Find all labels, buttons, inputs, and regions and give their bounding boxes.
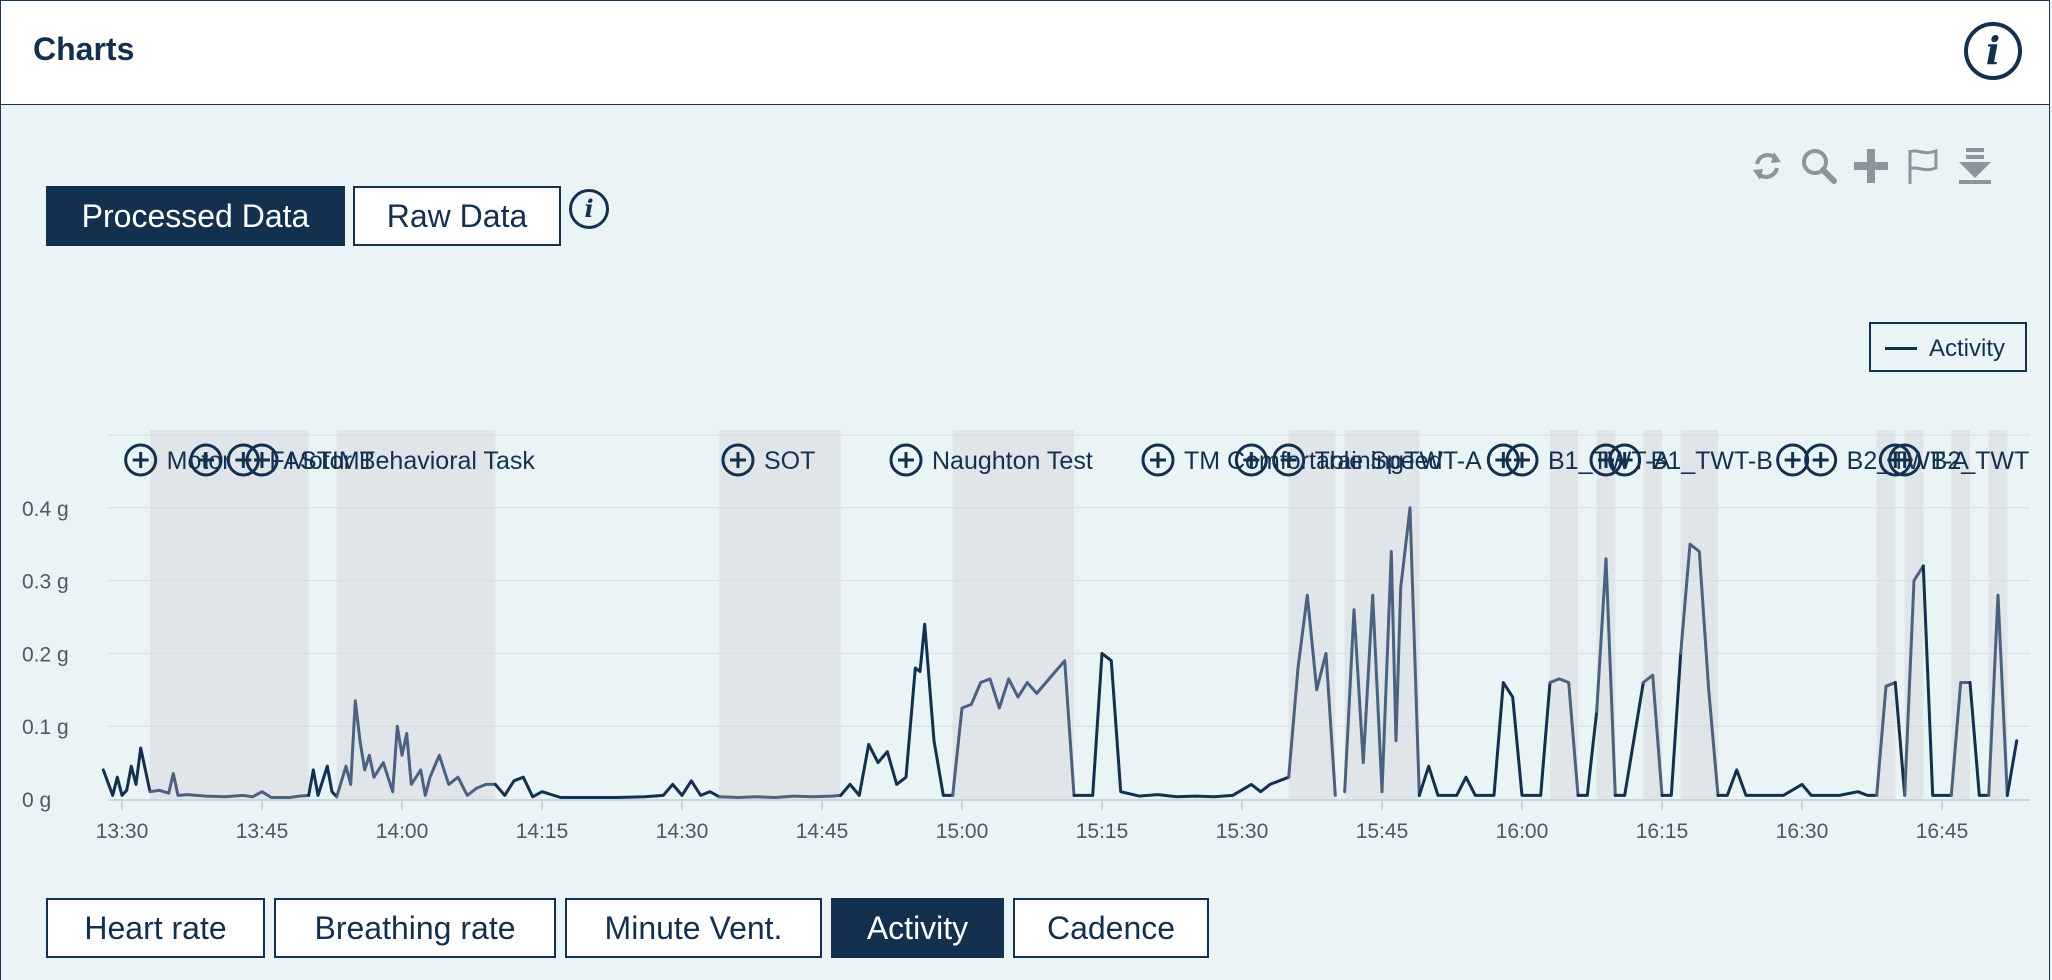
tab-heart-rate[interactable]: Heart rate bbox=[46, 898, 265, 958]
processed-data-button[interactable]: Processed Data bbox=[46, 186, 345, 246]
legend-swatch bbox=[1885, 347, 1917, 350]
zoom-icon[interactable] bbox=[1799, 146, 1839, 186]
add-icon[interactable] bbox=[1851, 146, 1891, 186]
flag-icon[interactable] bbox=[1903, 146, 1943, 186]
refresh-icon[interactable] bbox=[1747, 146, 1787, 186]
raw-data-button[interactable]: Raw Data bbox=[353, 186, 561, 246]
info-icon[interactable]: i bbox=[569, 189, 609, 229]
download-icon[interactable] bbox=[1955, 146, 1995, 186]
chart-legend[interactable]: Activity bbox=[1869, 322, 2027, 372]
tab-breathing-rate[interactable]: Breathing rate bbox=[274, 898, 556, 958]
tab-activity[interactable]: Activity bbox=[831, 898, 1004, 958]
legend-label: Activity bbox=[1929, 335, 2006, 362]
tab-cadence[interactable]: Cadence bbox=[1013, 898, 1209, 958]
info-icon[interactable]: i bbox=[1964, 22, 2022, 80]
page-title: Charts bbox=[33, 31, 135, 67]
tab-minute-vent[interactable]: Minute Vent. bbox=[565, 898, 822, 958]
charts-header: Charts i bbox=[0, 0, 2050, 105]
